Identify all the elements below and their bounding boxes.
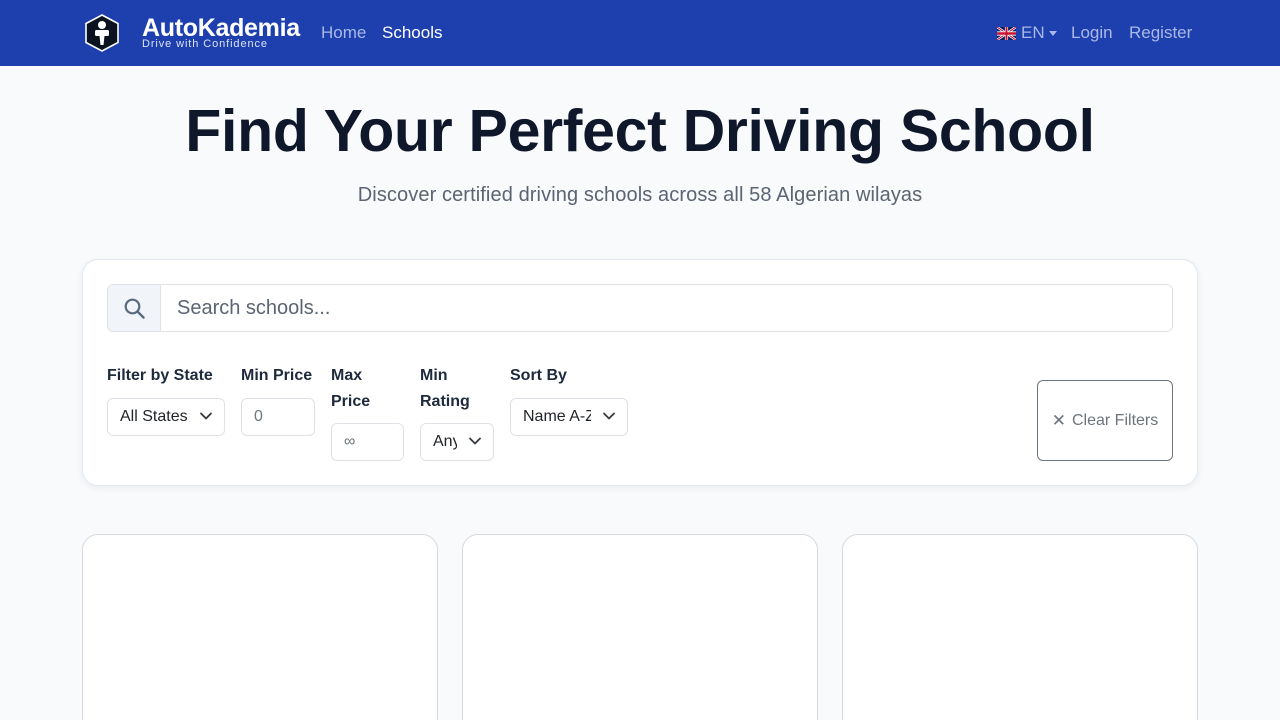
caret-down-icon bbox=[1048, 31, 1057, 36]
max-price-label-line1: Max bbox=[331, 367, 363, 384]
nav-link-home[interactable]: Home bbox=[321, 22, 366, 44]
school-card[interactable] bbox=[82, 534, 438, 720]
chevron-down-icon bbox=[468, 436, 482, 446]
nav-link-schools[interactable]: Schools bbox=[382, 22, 442, 44]
min-rating-label-line2: Rating bbox=[420, 393, 470, 410]
school-card[interactable] bbox=[842, 534, 1198, 720]
uk-flag-icon bbox=[997, 26, 1016, 40]
clear-filters-label: Clear Filters bbox=[1072, 411, 1159, 429]
max-price-label-line2: Price bbox=[331, 393, 371, 410]
min-rating-select[interactable]: Any bbox=[420, 423, 494, 461]
search-icon bbox=[124, 298, 145, 319]
search-bar bbox=[107, 284, 1173, 332]
search-addon bbox=[108, 285, 161, 331]
chevron-down-icon bbox=[199, 411, 213, 421]
chevron-down-icon bbox=[602, 411, 616, 421]
sort-by-label: Sort By bbox=[510, 367, 567, 384]
brand-tagline: Drive with Confidence bbox=[142, 38, 268, 50]
navbar: AutoKademia Drive with Confidence Home S… bbox=[0, 0, 1280, 66]
page-title: Find Your Perfect Driving School bbox=[185, 98, 1095, 164]
sort-select-value: Name A-Z bbox=[523, 408, 591, 425]
min-rating-label-line1: Min bbox=[420, 367, 448, 384]
clear-filters-button[interactable]: ✕ Clear Filters bbox=[1037, 380, 1173, 461]
school-card[interactable] bbox=[462, 534, 818, 720]
language-dropdown[interactable]: EN bbox=[997, 22, 1057, 44]
driver-shield-icon[interactable] bbox=[84, 14, 120, 52]
page-subtitle: Discover certified driving schools acros… bbox=[357, 184, 923, 206]
sort-select[interactable]: Name A-Z bbox=[510, 398, 628, 436]
state-select[interactable]: All States bbox=[107, 398, 225, 436]
min-rating-value: Any bbox=[433, 433, 457, 450]
language-label: EN bbox=[1021, 23, 1045, 42]
state-filter-label: Filter by State bbox=[107, 367, 213, 384]
nav-link-register[interactable]: Register bbox=[1129, 22, 1192, 44]
max-price-input[interactable] bbox=[331, 423, 404, 461]
state-select-value: All States bbox=[120, 408, 188, 425]
min-price-label: Min Price bbox=[241, 367, 313, 384]
close-icon: ✕ bbox=[1051, 410, 1066, 430]
min-price-input[interactable] bbox=[241, 398, 315, 436]
search-input[interactable] bbox=[161, 285, 1172, 331]
nav-link-login[interactable]: Login bbox=[1071, 22, 1113, 44]
